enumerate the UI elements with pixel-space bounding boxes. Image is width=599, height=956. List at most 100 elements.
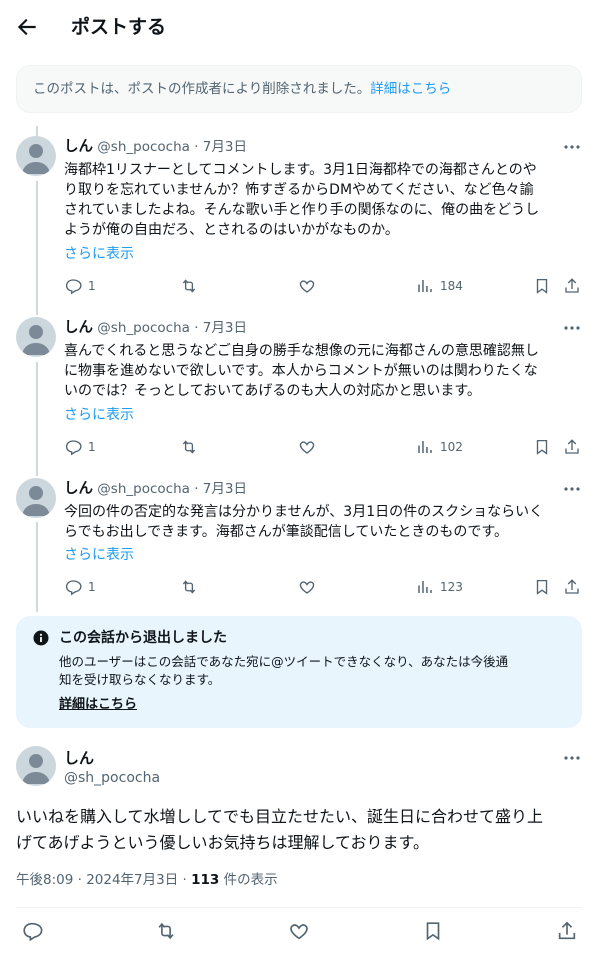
like-button[interactable] [298,276,316,296]
back-arrow-icon [17,18,36,36]
views-count: 123 [440,580,463,594]
retweet-icon [182,279,196,293]
tweet-line: 海都枠1リスナーとしてコメントします。3月1日海都枠での海都さんとのや [64,162,537,178]
post-view-count: 113 [191,872,220,888]
like-icon [290,924,308,940]
author-handle[interactable]: @sh_pococha [64,768,160,788]
show-more-link[interactable]: さらに表示 [64,244,134,264]
like-button[interactable] [298,437,316,457]
retweet-button[interactable] [180,437,198,457]
bookmark-button[interactable] [533,437,551,457]
reply-count: 1 [88,580,96,594]
like-icon [299,280,315,293]
tweet-line: されていましたよね。そんな歌い手と作り手の関係なのに、俺の曲をどうし [64,202,540,218]
notice-title: この会話から退出しました [59,630,227,646]
tweet-line: 今回の件の否定的な発言は分かりませんが、3月1日の件のスクショならいく [64,504,544,520]
tweet-line: ようが俺の自由だろ、とされるのはいかがなものか。 [64,222,399,238]
reply-button[interactable]: 1 [64,577,96,597]
like-icon [299,441,315,454]
more-icon [564,756,580,760]
more-icon [564,487,580,491]
avatar[interactable] [16,478,56,518]
share-icon [558,921,576,940]
bookmark-icon [536,439,548,455]
more-button[interactable] [562,479,582,499]
retweet-icon [182,440,196,454]
reply-icon [65,440,82,456]
thread-line [36,181,38,315]
views-count: 102 [440,440,463,454]
avatar[interactable] [16,136,56,176]
retweet-button[interactable] [180,577,198,597]
notice-learn-more-link[interactable]: 詳細はこちら [59,696,137,714]
tweet-header: しん @sh_pococha · 7月3日 [64,479,247,499]
post-timestamp[interactable]: 午後8:09 · 2024年7月3日 · [16,872,191,888]
more-button[interactable] [562,318,582,338]
reply-icon [23,922,43,942]
like-button[interactable] [288,920,310,942]
tweet-text: 喜んでくれると思うなどご自身の勝手な想像の元に海都さんの意思確認無し に物事を進… [64,341,582,401]
main-post-line: いいねを購入して水増ししてでも目立たせたい、誕生日に合わせて盛り上 [16,807,544,826]
views-button[interactable]: 123 [416,577,463,597]
share-button[interactable] [563,577,581,597]
bookmark-icon [536,278,548,294]
reply-icon [65,279,82,295]
avatar[interactable] [16,317,56,357]
reply-button[interactable] [21,920,43,942]
reply-count: 1 [88,440,96,454]
more-icon [564,145,580,149]
left-conversation-notice: この会話から退出しました 他のユーザーはこの会話であなた宛に@ツイートできなくな… [16,616,582,728]
author-name[interactable]: しん [64,748,94,768]
author-name[interactable]: しん [64,481,93,497]
post-meta: 午後8:09 · 2024年7月3日 · 113 件の表示 [16,870,278,890]
share-button[interactable] [563,437,581,457]
views-button[interactable]: 184 [416,276,463,296]
share-button[interactable] [563,276,581,296]
bookmark-button[interactable] [422,920,444,942]
avatar[interactable] [16,746,56,786]
share-icon [565,579,579,594]
retweet-button[interactable] [155,920,177,942]
divider [16,907,582,908]
bookmark-icon [426,922,440,941]
share-button[interactable] [556,920,578,942]
author-name[interactable]: しん [64,139,93,155]
reply-button[interactable]: 1 [64,276,96,296]
retweet-icon [158,922,174,940]
thread-line [36,126,38,136]
main-post-text: いいねを購入して水増ししてでも目立たせたい、誕生日に合わせて盛り上 げてあげよう… [16,804,543,856]
tweet-line: いのでは？そっとしておいてあげるのも大人の対応かと思います。 [64,383,481,399]
deleted-post-notice: このポストは、ポストの作成者により削除されました。詳細はこちら [16,65,582,113]
reply-count: 1 [88,279,96,293]
author-meta: @sh_pococha · 7月3日 [97,139,247,155]
views-count: 184 [440,279,463,293]
reply-icon [65,580,82,596]
retweet-button[interactable] [180,276,198,296]
back-button[interactable] [14,14,40,40]
more-icon [564,326,580,330]
views-icon [418,441,432,453]
thread-line [36,522,38,612]
views-button[interactable]: 102 [416,437,463,457]
views-icon [418,280,432,292]
notice-body-line: 他のユーザーはこの会話であなた宛に@ツイートできなくなり、あなたは今後通 [59,654,509,669]
author-name[interactable]: しん [64,320,93,336]
show-more-link[interactable]: さらに表示 [64,545,134,565]
author-meta: @sh_pococha · 7月3日 [97,481,247,497]
more-button[interactable] [562,137,582,157]
retweet-icon [182,580,196,594]
tweet-line: り取りを忘れていませんか？怖すぎるからDMやめてください、など色々諭 [64,182,534,198]
show-more-link[interactable]: さらに表示 [64,405,134,425]
tweet-line: らでもお出しできます。海都さんが筆談配信していたときのものです。 [64,524,508,540]
views-icon [418,581,432,593]
bookmark-button[interactable] [533,577,551,597]
like-button[interactable] [298,577,316,597]
author-meta: @sh_pococha · 7月3日 [97,320,247,336]
bookmark-button[interactable] [533,276,551,296]
more-button[interactable] [562,748,582,768]
like-icon [299,581,315,594]
deleted-notice-link[interactable]: 詳細はこちら [370,81,451,97]
reply-button[interactable]: 1 [64,437,96,457]
main-post-line: げてあげようという優しいお気持ちは理解しております。 [16,833,429,852]
bookmark-icon [536,579,548,595]
